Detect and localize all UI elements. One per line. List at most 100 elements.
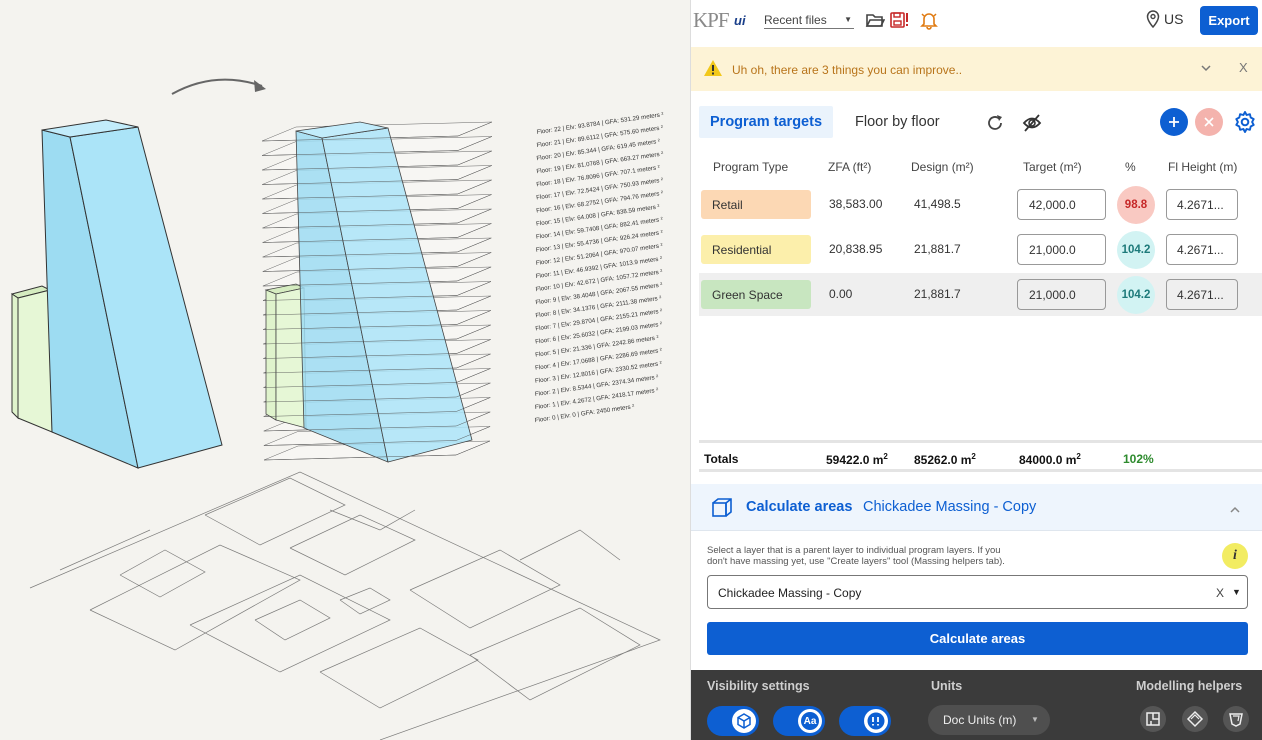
add-program-button[interactable] [1160, 108, 1188, 136]
layers-diamond-icon [1186, 710, 1204, 728]
totals-label: Totals [704, 452, 739, 466]
totals-zfa: 59422.0 m2 [826, 452, 888, 467]
design-value: 21,881.7 [914, 287, 961, 301]
calculate-areas-button[interactable]: Calculate areas [707, 622, 1248, 655]
chevron-up-icon[interactable] [1228, 502, 1242, 520]
col-percent: % [1125, 160, 1136, 174]
floor-height-input[interactable] [1166, 279, 1238, 310]
open-folder-icon[interactable] [865, 10, 886, 30]
top-bar: KPF ui Recent files ▼ US Export [691, 0, 1262, 42]
chevron-down-icon[interactable] [1199, 61, 1213, 80]
table-row: Retail 38,583.00 41,498.5 98.8 [699, 183, 1262, 226]
modelling-helpers-label: Modelling helpers [1136, 679, 1243, 693]
export-button[interactable]: Export [1200, 6, 1258, 35]
bottom-bar: Visibility settings Units Modelling help… [691, 670, 1262, 740]
toggle-massing-visibility[interactable] [707, 706, 759, 736]
totals-target: 84000.0 m2 [1019, 452, 1081, 467]
alert-icon [864, 709, 888, 733]
left-podium [10, 285, 53, 433]
col-design: Design (m²) [911, 160, 974, 174]
target-input[interactable] [1017, 234, 1106, 265]
chevron-down-icon: ▼ [1031, 715, 1039, 724]
cube-icon [732, 709, 756, 733]
location-label: US [1164, 11, 1184, 27]
floor-height-input[interactable] [1166, 234, 1238, 265]
floor-plan-helper-button[interactable] [1140, 706, 1166, 732]
eye-off-icon[interactable] [1021, 112, 1043, 139]
warning-message: Uh oh, there are 3 things you can improv… [732, 63, 963, 77]
col-program-type: Program Type [713, 160, 789, 174]
program-chip-residential[interactable]: Residential [701, 235, 811, 264]
3d-viewport[interactable]: Floor: 22 | Elv: 93.8784 | GFA: 531.29 m… [0, 0, 690, 740]
floor-plan-icon [1146, 712, 1160, 726]
table-row: Green Space 0.00 21,881.7 104.2 [699, 273, 1262, 316]
shape-helper-button[interactable] [1223, 706, 1249, 732]
visibility-settings-label: Visibility settings [707, 679, 810, 693]
zfa-value: 0.00 [829, 287, 853, 301]
selected-layer-value: Chickadee Massing - Copy [718, 586, 862, 600]
calculate-areas-title: Calculate areas [746, 499, 853, 515]
col-target: Target (m²) [1023, 160, 1082, 174]
warning-banner[interactable]: Uh oh, there are 3 things you can improv… [691, 47, 1262, 91]
chevron-down-icon[interactable]: ▼ [1232, 587, 1241, 597]
right-podium [264, 283, 307, 429]
floor-labels: Floor: 22 | Elv: 93.8784 | GFA: 531.29 m… [534, 111, 664, 424]
kpf-plugin-panel: KPF ui Recent files ▼ US Export Uh oh, t… [690, 0, 1262, 740]
layer-select[interactable]: Chickadee Massing - Copy X ▼ [707, 575, 1248, 609]
gear-icon[interactable] [1233, 110, 1257, 139]
location-pin-icon [1146, 10, 1160, 28]
arrow-head-icon [254, 80, 266, 92]
zfa-value: 20,838.95 [829, 242, 883, 256]
warning-close-button[interactable]: X [1239, 60, 1248, 75]
units-label: Units [931, 679, 963, 693]
percent-badge: 104.2 [1117, 276, 1155, 314]
totals-percent: 102% [1123, 452, 1154, 466]
layers-helper-button[interactable] [1182, 706, 1208, 732]
col-fl-height: Fl Height (m) [1168, 160, 1238, 174]
design-value: 41,498.5 [914, 197, 961, 211]
info-button[interactable]: i [1222, 543, 1248, 569]
chevron-down-icon: ▼ [844, 15, 852, 24]
layer-help-text: Select a layer that is a parent layer to… [707, 545, 1005, 567]
col-zfa: ZFA (ft²) [828, 160, 872, 174]
text-aa-icon: Aa [798, 709, 822, 733]
warning-triangle-icon [703, 59, 723, 82]
calculate-areas-layer-name: Chickadee Massing - Copy [863, 499, 1037, 515]
table-row: Residential 20,838.95 21,881.7 104.2 [699, 228, 1262, 271]
design-value: 21,881.7 [914, 242, 961, 256]
units-dropdown[interactable]: Doc Units (m) ▼ [928, 705, 1050, 735]
units-value: Doc Units (m) [943, 713, 1017, 727]
program-table-header: Program Type ZFA (ft²) Design (m²) Targe… [691, 160, 1262, 176]
floor-height-input[interactable] [1166, 189, 1238, 220]
percent-badge: 104.2 [1117, 231, 1155, 269]
refresh-icon[interactable] [985, 113, 1005, 138]
totals-row: Totals 59422.0 m2 85262.0 m2 84000.0 m2 … [699, 440, 1262, 472]
location-selector[interactable]: US [1146, 10, 1183, 28]
kpf-logo-ui: ui [734, 13, 746, 28]
target-input[interactable] [1017, 189, 1106, 220]
left-tower [41, 119, 223, 469]
toggle-labels-visibility[interactable]: Aa [773, 706, 825, 736]
viewport-canvas: Floor: 22 | Elv: 93.8784 | GFA: 531.29 m… [10, 78, 664, 740]
percent-badge: 98.8 [1117, 186, 1155, 224]
plus-icon [1169, 117, 1179, 127]
recent-files-dropdown[interactable]: Recent files ▼ [764, 11, 854, 29]
shield-shape-icon [1229, 713, 1243, 727]
calculate-areas-header[interactable]: Calculate areas Chickadee Massing - Copy [691, 484, 1262, 531]
program-chip-green-space[interactable]: Green Space [701, 280, 811, 309]
tab-floor-by-floor[interactable]: Floor by floor [844, 106, 951, 138]
recent-files-label: Recent files [764, 12, 827, 27]
site-plan [29, 471, 661, 740]
save-warning-icon[interactable] [889, 10, 909, 30]
cube-icon [711, 497, 733, 524]
transform-arrow [171, 78, 263, 95]
kpf-logo: KPF [693, 8, 730, 32]
remove-program-button[interactable] [1195, 108, 1223, 136]
bell-notification-icon[interactable] [919, 10, 939, 30]
toggle-warnings-visibility[interactable] [839, 706, 891, 736]
program-chip-retail[interactable]: Retail [701, 190, 811, 219]
close-icon [1204, 117, 1214, 127]
clear-layer-button[interactable]: X [1216, 586, 1224, 600]
target-input[interactable] [1017, 279, 1106, 310]
tab-program-targets[interactable]: Program targets [699, 106, 834, 138]
